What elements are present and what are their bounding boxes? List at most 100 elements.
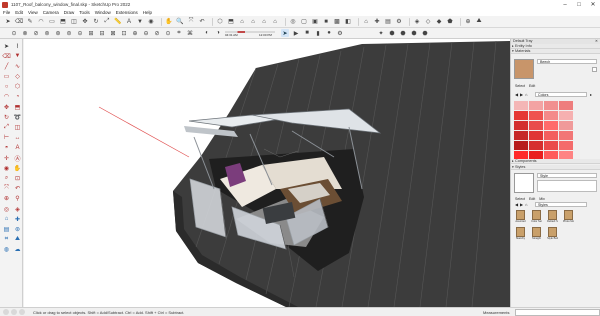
3d-text-icon[interactable]: Ⓐ [13,154,22,163]
freehand-icon[interactable]: ∿ [13,62,22,70]
sandbox-icon[interactable]: ⌗ [2,236,11,244]
style-folder[interactable]: Assorted [514,210,527,223]
credits-icon[interactable] [11,309,17,315]
previous-view-icon[interactable]: ↶ [198,18,206,26]
color-swatch[interactable] [559,111,573,120]
protractor-icon[interactable]: ◓ [2,144,11,152]
styles-section[interactable]: Styles [511,165,600,170]
shaded-icon[interactable]: ■ [322,18,330,26]
drape-icon[interactable]: ⌘ [186,29,194,37]
fog-icon[interactable]: ◑ [214,29,222,37]
offset-icon[interactable]: ◫ [13,124,22,132]
model-viewport[interactable] [24,39,510,307]
right-view-icon[interactable]: ⌂ [249,18,257,26]
circle-icon[interactable]: ○ [2,83,11,91]
stop-icon[interactable]: ■ [303,29,311,37]
styles-select-tab[interactable]: Select [515,197,525,201]
protractor-icon[interactable]: ⊝ [76,29,84,37]
position-camera-icon[interactable]: ⊗ [21,29,29,37]
color-swatch[interactable] [529,131,543,140]
section-icon[interactable]: ⊛ [54,29,62,37]
menu-view[interactable]: View [28,10,38,15]
axes-icon[interactable]: ⊞ [87,29,95,37]
display-section-cuts-icon[interactable]: ◆ [435,18,443,26]
color-swatch[interactable] [514,111,528,120]
style-folder[interactable]: Color Set [530,210,543,223]
color-swatch[interactable] [514,141,528,150]
front-view-icon[interactable]: ⌂ [238,18,246,26]
line-tool-icon[interactable]: ✎ [26,18,34,26]
outer-shell-icon[interactable]: ⊡ [120,29,128,37]
styles-home-icon[interactable]: ⌂ [525,202,527,207]
select-tool-icon[interactable]: ➤ [4,18,12,26]
intersect-icon[interactable]: ⊠ [109,29,117,37]
color-swatch[interactable] [514,121,528,130]
text-tool-icon[interactable]: A [125,18,133,26]
styles-back-icon[interactable]: ◀ [515,202,518,207]
color-swatch[interactable] [559,141,573,150]
color-swatch[interactable] [544,111,558,120]
color-swatch[interactable] [544,121,558,130]
close-icon[interactable]: ✕ [586,0,600,9]
materials-edit-tab[interactable]: Edit [529,84,535,88]
rotated-rectangle-icon[interactable]: ◇ [13,73,22,81]
look-around-icon[interactable]: ⊚ [43,29,51,37]
follow-me-icon[interactable]: ➰ [13,113,22,121]
monochrome-icon[interactable]: ◧ [344,18,352,26]
color-swatch[interactable] [559,121,573,130]
orbit-icon[interactable]: ◉ [147,18,155,26]
dimension-icon[interactable]: ↔ [13,134,22,142]
walk-icon[interactable]: ⊘ [32,29,40,37]
color-swatch[interactable] [544,141,558,150]
menu-tools[interactable]: Tools [79,10,90,15]
style-folder[interactable]: Photo Mo [562,210,575,223]
pause-icon[interactable]: ▮ [314,29,322,37]
isometric-nav-icon[interactable]: ⬢ [388,29,396,37]
settings-icon[interactable]: ⚙ [336,29,344,37]
position-camera-icon[interactable]: ⊕ [2,195,11,203]
layout-icon[interactable]: ▤ [2,225,11,233]
lasso-icon[interactable]: ⌇ [13,42,22,50]
tape-measure-icon[interactable]: 📏 [114,18,122,26]
nav-forward-icon[interactable]: ▶ [520,92,523,97]
pan-icon[interactable]: ✋ [165,18,173,26]
offset-tool-icon[interactable]: ◫ [70,18,78,26]
eraser-icon[interactable]: ⌫ [15,18,23,26]
scale-tool-icon[interactable]: ⤢ [103,18,111,26]
hidden-line-icon[interactable]: ▣ [311,18,319,26]
play-icon[interactable]: ▶ [292,29,300,37]
style-folder[interactable]: Style Buil [546,227,559,240]
solid-split-icon[interactable]: ⊙ [164,29,172,37]
styles-mix-tab[interactable]: Mix [539,197,545,201]
styles-collection-select[interactable]: Styles [535,202,587,207]
orbit-nav-icon[interactable]: ✦ [377,29,385,37]
zoom-extents-icon[interactable]: ⤧ [2,185,11,193]
shaded-textures-icon[interactable]: ▩ [333,18,341,26]
pie-icon[interactable]: ◔ [13,93,22,101]
menu-extensions[interactable]: Extensions [116,10,138,15]
top-view-icon[interactable]: ⬒ [227,18,235,26]
axes-icon[interactable]: ✛ [2,154,11,162]
front-nav-icon[interactable]: ⬢ [410,29,418,37]
show-shadows-icon[interactable]: ◐ [203,29,211,37]
top-nav-icon[interactable]: ⬣ [399,29,407,37]
solid-union-icon[interactable]: ⊕ [131,29,139,37]
components-section[interactable]: Components [511,159,600,164]
pan-icon[interactable]: ✋ [13,164,22,172]
zoom-extents-icon[interactable]: ⤧ [187,18,195,26]
toggle-terrain-icon[interactable]: ⛰ [475,18,483,26]
minimize-icon[interactable]: – [558,0,572,9]
style-folder[interactable]: Sketchy [514,227,527,240]
move-icon[interactable]: ✥ [2,103,11,111]
menu-draw[interactable]: Draw [64,10,75,15]
iso-view-icon[interactable]: ⬡ [216,18,224,26]
materials-collection-select[interactable]: Colors [535,92,587,97]
terrain-icon[interactable]: ⛰ [13,236,22,244]
pushpull-tool-icon[interactable]: ⬒ [59,18,67,26]
sandbox-icon[interactable]: ⌗ [175,29,183,37]
color-swatch[interactable] [559,101,573,110]
zoom-icon[interactable]: 🔍 [176,18,184,26]
display-section-fill-icon[interactable]: ⬟ [446,18,454,26]
add-location-icon[interactable]: ⊕ [464,18,472,26]
user-icon[interactable] [19,309,25,315]
